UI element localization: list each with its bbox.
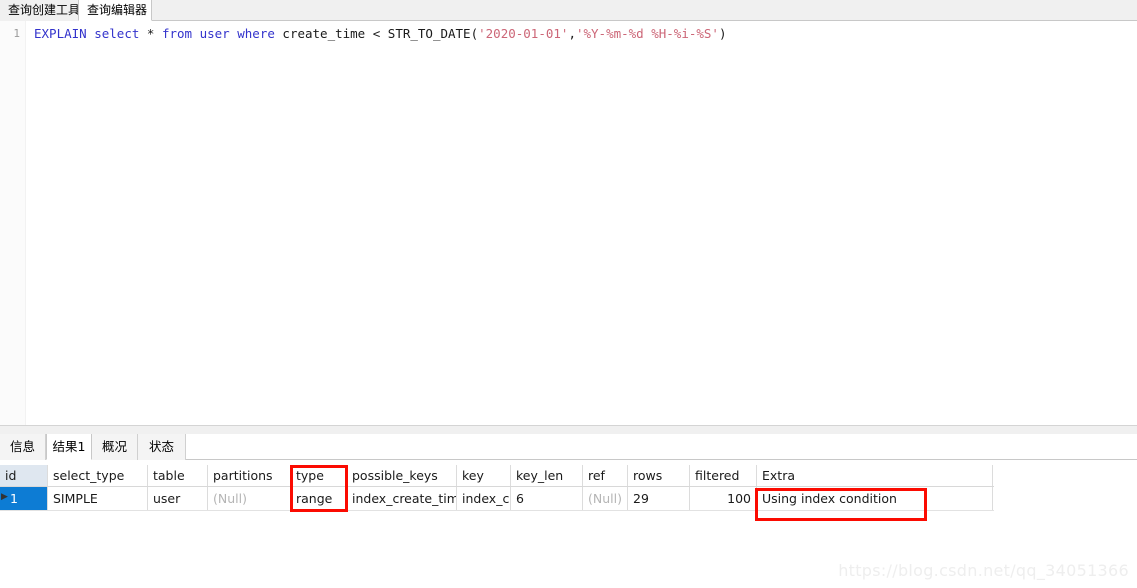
tab-info[interactable]: 信息 — [0, 434, 46, 460]
current-row-marker: ▶ — [1, 491, 8, 501]
cell-select_type[interactable]: SIMPLE — [48, 487, 148, 510]
column-header-table[interactable]: table — [148, 465, 208, 486]
tab-query-builder-label: 查询创建工具 — [8, 3, 81, 17]
tab-result-1-label: 结果1 — [52, 439, 86, 454]
column-header-key_len[interactable]: key_len — [511, 465, 583, 486]
column-header-filtered[interactable]: filtered — [690, 465, 757, 486]
tab-query-editor[interactable]: 查询编辑器 — [78, 0, 152, 21]
sql-token: < — [365, 26, 388, 41]
cell-key[interactable]: index_create_time — [457, 487, 511, 510]
column-header-id[interactable]: id — [0, 465, 48, 486]
table-row[interactable]: 1 SIMPLE user (Null) range index_create_time i… — [0, 487, 994, 511]
column-header-rows[interactable]: rows — [628, 465, 690, 486]
cell-possible_keys[interactable]: index_create_time — [347, 487, 457, 510]
line-number: 1 — [13, 27, 20, 40]
cell-partitions[interactable]: (Null) — [208, 487, 291, 510]
sql-editor[interactable]: 1 EXPLAIN select * from user where creat… — [0, 21, 1137, 425]
cell-key_len[interactable]: 6 — [511, 487, 583, 510]
sql-token: from — [161, 26, 193, 41]
column-header-ref[interactable]: ref — [583, 465, 628, 486]
sql-token: where — [237, 26, 275, 41]
editor-gutter: 1 — [0, 21, 26, 425]
tab-info-label: 信息 — [9, 439, 35, 454]
sql-token: create_time — [282, 26, 366, 41]
cell-filtered[interactable]: 100 — [690, 487, 757, 510]
cell-type[interactable]: range — [291, 487, 347, 510]
tab-query-editor-label: 查询编辑器 — [87, 3, 148, 17]
column-header-key[interactable]: key — [457, 465, 511, 486]
sql-token: '2020-01-01' — [478, 26, 569, 41]
cell-extra[interactable]: Using index condition — [757, 487, 993, 510]
column-header-select_type[interactable]: select_type — [48, 465, 148, 486]
sql-token: EXPLAIN — [34, 26, 87, 41]
column-header-possible_keys[interactable]: possible_keys — [347, 465, 457, 486]
sql-token: STR_TO_DATE — [387, 26, 471, 41]
tab-profile-label: 概况 — [101, 439, 127, 454]
result-tab-strip: 信息 结果1 概况 状态 — [0, 434, 1137, 460]
sql-token: user — [199, 26, 230, 41]
column-header-type[interactable]: type — [291, 465, 347, 486]
sql-token: '%Y-%m-%d %H-%i-%S' — [575, 26, 719, 41]
tab-profile[interactable]: 概况 — [92, 434, 138, 460]
sql-token: ) — [718, 26, 727, 41]
cell-ref[interactable]: (Null) — [583, 487, 628, 510]
grid-header-row: id select_type table partitions type possible… — [0, 465, 994, 487]
horizontal-splitter[interactable] — [0, 425, 1137, 434]
tab-status[interactable]: 状态 — [138, 434, 186, 460]
tab-result-1[interactable]: 结果1 — [46, 434, 92, 460]
sql-statement-line[interactable]: EXPLAIN select * from user where create_… — [34, 26, 727, 42]
sql-token: , — [568, 26, 576, 41]
column-header-extra[interactable]: Extra — [757, 465, 993, 486]
cell-rows[interactable]: 29 — [628, 487, 690, 510]
tab-status-label: 状态 — [148, 439, 174, 454]
cell-table[interactable]: user — [148, 487, 208, 510]
tab-query-builder[interactable]: 查询创建工具 — [0, 0, 81, 21]
column-header-partitions[interactable]: partitions — [208, 465, 291, 486]
editor-tab-strip: 查询创建工具 查询编辑器 — [0, 0, 1137, 21]
explain-result-grid[interactable]: id select_type table partitions type possible… — [0, 465, 994, 513]
sql-token: ( — [470, 26, 479, 41]
watermark: https://blog.csdn.net/qq_34051366 — [838, 561, 1129, 580]
sql-token: select — [94, 26, 140, 41]
